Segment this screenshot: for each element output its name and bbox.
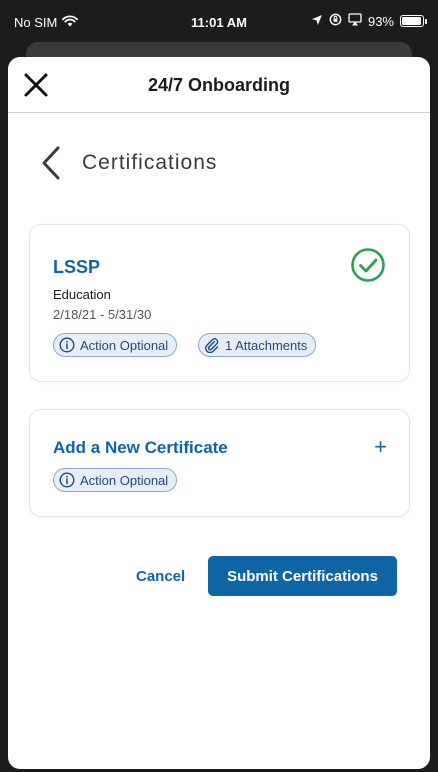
airplay-icon: [348, 13, 362, 29]
certificate-name[interactable]: LSSP: [53, 257, 100, 278]
action-optional-chip: Action Optional: [53, 333, 178, 357]
certificate-dates: 2/18/21 - 5/31/30: [53, 307, 152, 322]
status-bar: No SIM 11:01 AM 93%: [0, 0, 438, 44]
sheet-title: 24/7 Onboarding: [147, 75, 291, 95]
check-circle-icon: [351, 248, 385, 282]
action-optional-chip: Action Optional: [53, 468, 178, 492]
back-button[interactable]: [38, 145, 64, 181]
battery-icon: [400, 15, 427, 27]
add-certificate-title[interactable]: Add a New Certificate: [53, 438, 228, 458]
battery-level-fill: [402, 17, 421, 25]
location-arrow-icon: [311, 14, 323, 29]
page-title: Certifications: [82, 151, 218, 174]
cancel-button[interactable]: Cancel: [136, 568, 185, 585]
add-certificate-plus-icon[interactable]: +: [374, 434, 387, 460]
battery-percent: 93%: [367, 13, 394, 29]
add-certificate-card[interactable]: Add a New Certificate + Action Optional: [29, 409, 410, 517]
info-circle-icon: [59, 472, 75, 488]
paperclip-icon: [205, 338, 219, 353]
sheet-header: 24/7 Onboarding: [8, 57, 430, 113]
certificate-card[interactable]: LSSP Education 2/18/21 - 5/31/30 Action …: [29, 224, 410, 382]
submit-certifications-button[interactable]: Submit Certifications: [208, 556, 397, 596]
chip-label: Action Optional: [80, 337, 169, 353]
chevron-left-icon: [42, 146, 60, 180]
attachments-chip[interactable]: 1 Attachments: [198, 333, 317, 357]
orientation-lock-icon: [329, 13, 342, 29]
onboarding-sheet: 24/7 Onboarding Certifications LSSP Educ…: [8, 57, 430, 769]
certificate-type: Education: [53, 287, 111, 302]
info-circle-icon: [59, 337, 75, 353]
chip-label: Action Optional: [80, 472, 169, 488]
chip-label: 1 Attachments: [225, 337, 308, 353]
status-right: 93%: [311, 13, 427, 29]
page-header: Certifications: [38, 145, 217, 181]
